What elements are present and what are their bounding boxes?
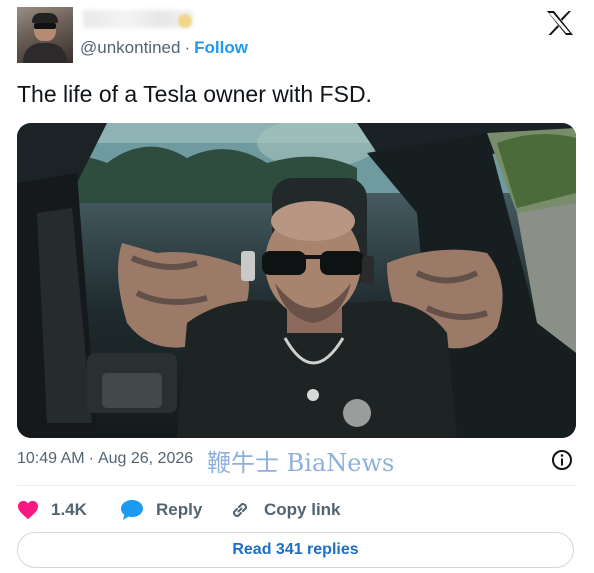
link-icon: [232, 502, 248, 518]
avatar-glasses: [34, 23, 56, 29]
tweet-media-video[interactable]: [17, 123, 576, 438]
display-name-blurred[interactable]: [83, 10, 193, 28]
tweet-time: 10:49 AM: [17, 450, 85, 467]
handle-separator: ·: [184, 38, 191, 57]
heart-icon: [18, 500, 38, 520]
like-count: 1.4K: [51, 500, 87, 519]
like-button[interactable]: 1.4K: [17, 497, 87, 523]
tweet-date: Aug 26, 2026: [97, 450, 194, 467]
author-handle[interactable]: @unkontined: [80, 38, 180, 57]
handle-row: @unkontined · Follow: [80, 38, 248, 58]
tweet-card: @unkontined · Follow The life of a Tesla o…: [0, 0, 594, 573]
reply-bubble-icon: [121, 500, 143, 520]
divider: [17, 485, 576, 486]
verified-badge-icon: [178, 14, 192, 28]
timestamp-separator: ·: [88, 450, 94, 467]
copy-link-button[interactable]: Copy link: [228, 497, 341, 523]
reply-label: Reply: [156, 500, 203, 519]
video-frame-illustration: [17, 123, 576, 438]
tweet-timestamp[interactable]: 10:49 AM · Aug 26, 2026: [17, 450, 193, 468]
tweet-text: The life of a Tesla owner with FSD.: [17, 81, 372, 107]
reply-button[interactable]: Reply: [120, 497, 202, 523]
copy-link-label: Copy link: [264, 500, 341, 519]
avatar-body: [23, 43, 67, 63]
avatar-cap: [32, 13, 58, 23]
read-replies-button[interactable]: Read 341 replies: [17, 532, 574, 568]
watermark-text: 鞭牛士 BiaNews: [207, 449, 395, 477]
info-icon[interactable]: [551, 449, 573, 471]
follow-button[interactable]: Follow: [194, 38, 248, 57]
avatar[interactable]: [17, 7, 73, 63]
x-logo-icon[interactable]: [545, 10, 575, 36]
